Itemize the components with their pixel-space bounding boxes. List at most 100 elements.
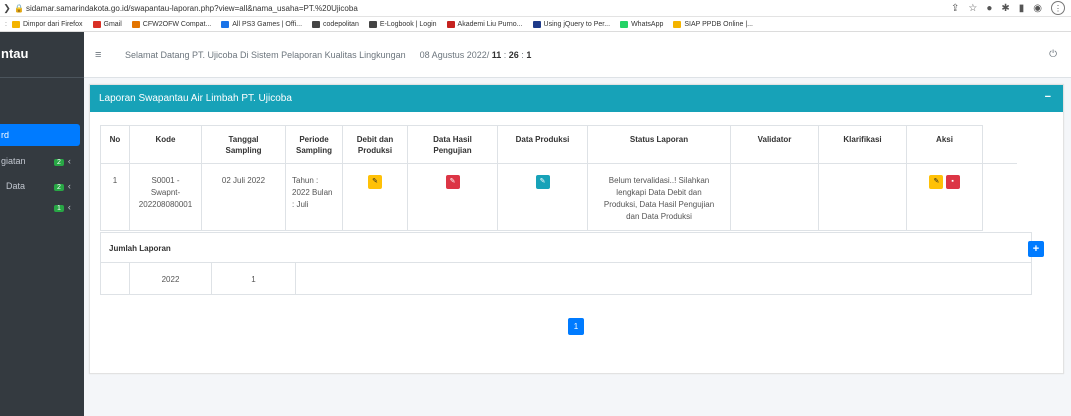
- bookmark-icon: [12, 20, 20, 28]
- cell-debit: ✎: [342, 163, 408, 231]
- col-header-debit: Debit dan Produksi: [342, 125, 408, 164]
- edit-debit-button[interactable]: ✎: [368, 175, 382, 189]
- bookmark-label: codepolitan: [323, 20, 359, 28]
- menu-icon[interactable]: ⋮: [1051, 1, 1065, 15]
- cell-produksi: ✎: [497, 163, 588, 231]
- count-badge: 1: [54, 205, 64, 212]
- col-header-tanggal: Tanggal Sampling: [201, 125, 286, 164]
- bookmark-label: Akademi Liu Purno...: [457, 20, 523, 28]
- sidepanel-icon[interactable]: ▮: [1019, 3, 1025, 14]
- power-icon[interactable]: ⏻: [1049, 49, 1057, 60]
- bookmark-label: WhatsApp: [631, 20, 664, 28]
- report-card: Laporan Swapantau Air Limbah PT. Ujicoba…: [89, 84, 1064, 374]
- edit-button[interactable]: ✎: [929, 175, 944, 189]
- count-badge: 2: [54, 159, 64, 166]
- col-header-klarifikasi: Klarifikasi: [818, 125, 907, 164]
- report-table: No Kode Tanggal Sampling Periode Samplin…: [100, 125, 1017, 231]
- bookmark-label: E-Logbook | Login: [379, 20, 437, 28]
- bookmark-item[interactable]: codepolitan: [312, 20, 359, 28]
- hamburger-menu-icon[interactable]: ≡: [95, 49, 115, 61]
- collapse-button[interactable]: −: [1045, 91, 1051, 103]
- cell-tanggal: 02 Juli 2022: [201, 163, 286, 231]
- cell-klarifikasi: [818, 163, 907, 231]
- sidebar-item-label: rd: [1, 130, 10, 140]
- pagination-page[interactable]: 1: [568, 318, 584, 335]
- welcome-text: Selamat Datang PT. Ujicoba Di Sistem Pel…: [125, 49, 406, 60]
- table-header-row: No Kode Tanggal Sampling Periode Samplin…: [100, 125, 1017, 164]
- card-title: Laporan Swapantau Air Limbah PT. Ujicoba: [99, 93, 292, 104]
- bookmark-item[interactable]: Dimpor dari Firefox: [12, 20, 83, 28]
- bookmark-label: Using jQuery to Per...: [543, 20, 611, 28]
- apps-icon[interactable]: :: [0, 21, 12, 28]
- summary-year: 2022: [130, 263, 212, 295]
- col-header-periode: Periode Sampling: [285, 125, 343, 164]
- edit-hasil-button[interactable]: ✎: [445, 175, 460, 189]
- puzzle-icon[interactable]: ✱: [1001, 3, 1009, 14]
- clock-hour: 11: [491, 49, 502, 60]
- col-header-status: Status Laporan: [587, 125, 731, 164]
- extension-icon[interactable]: ●: [986, 3, 992, 14]
- top-navbar: ≡ Selamat Datang PT. Ujicoba Di Sistem P…: [84, 32, 1071, 78]
- bookmark-item[interactable]: WhatsApp: [620, 20, 664, 28]
- summary-title: Jumlah Laporan: [101, 233, 1031, 263]
- col-header-spacer: [982, 125, 1017, 164]
- star-icon[interactable]: ☆: [968, 3, 977, 14]
- bookmark-label: Dimpor dari Firefox: [23, 20, 83, 28]
- url-input[interactable]: sidamar.samarindakota.go.id/swapantau-la…: [26, 4, 358, 13]
- table-row: 1 S0001 - Swapnt- 202208080001 02 Juli 2…: [100, 163, 1017, 231]
- edit-produksi-button[interactable]: ✎: [535, 175, 550, 189]
- clock-second: 1: [526, 49, 532, 60]
- bookmark-label: CFW2OFW Compat...: [142, 20, 212, 28]
- sidebar-item-label: Data: [6, 181, 26, 191]
- summary-box: Jumlah Laporan 2022 1: [100, 232, 1032, 295]
- bookmark-item[interactable]: All PS3 Games | Offi...: [221, 20, 302, 28]
- bookmark-item[interactable]: Using jQuery to Per...: [532, 20, 611, 28]
- lock-icon[interactable]: 🔒: [14, 4, 24, 13]
- bookmark-icon: [446, 20, 455, 28]
- cell-aksi: ✎ ▪: [906, 163, 983, 231]
- cell-kode: S0001 - Swapnt- 202208080001: [129, 163, 202, 231]
- browser-toolbar-icons: ⇪ ☆ ● ✱ ▮ ◉ ⋮: [951, 1, 1065, 15]
- cell-hasil: ✎: [407, 163, 498, 231]
- bookmark-icon: [131, 20, 140, 28]
- profile-icon[interactable]: ◉: [1033, 3, 1042, 14]
- sidebar-item-dashboard[interactable]: rd: [0, 124, 80, 146]
- bookmark-item[interactable]: E-Logbook | Login: [368, 20, 437, 28]
- cell-periode: Tahun : 2022 Bulan : Juli: [285, 163, 343, 231]
- col-header-aksi: Aksi: [906, 125, 983, 164]
- cell-no: 1: [100, 163, 130, 231]
- share-icon[interactable]: ⇪: [951, 3, 959, 14]
- bookmarks-bar: : Dimpor dari Firefox Gmail CFW2OFW Compat…: [0, 17, 1071, 32]
- col-header-hasil: Data Hasil Pengujian: [407, 125, 498, 164]
- sidebar-item-data[interactable]: Data 2 ‹: [0, 181, 84, 191]
- bookmark-icon: [620, 20, 629, 28]
- clock-minute: 26: [508, 49, 519, 60]
- summary-spacer: [101, 263, 130, 295]
- bookmark-icon: [368, 20, 377, 28]
- reload-icon[interactable]: ❯: [0, 3, 14, 14]
- summary-count: 1: [212, 263, 296, 295]
- card-header: Laporan Swapantau Air Limbah PT. Ujicoba…: [90, 85, 1063, 112]
- bookmark-item[interactable]: Akademi Liu Purno...: [446, 20, 523, 28]
- sidebar: ntau rd giatan 2 ‹ Data 2 ‹ 1 ‹: [0, 32, 84, 416]
- bookmark-label: Gmail: [103, 20, 122, 28]
- col-header-kode: Kode: [129, 125, 202, 164]
- bookmark-item[interactable]: CFW2OFW Compat...: [131, 20, 212, 28]
- sidebar-brand[interactable]: ntau: [0, 32, 84, 78]
- bookmark-icon: [92, 20, 101, 28]
- bookmark-icon: [673, 20, 682, 28]
- cell-status: Belum tervalidasi..! Silahkan lengkapi D…: [587, 163, 731, 231]
- chevron-left-icon: ‹: [67, 156, 71, 166]
- browser-address-bar: ❯ 🔒 sidamar.samarindakota.go.id/swapanta…: [0, 0, 1071, 17]
- sidebar-item-kegiatan[interactable]: giatan 2 ‹: [0, 156, 84, 166]
- chevron-left-icon: ‹: [67, 181, 71, 191]
- bookmark-item[interactable]: SIAP PPDB Online |...: [673, 20, 753, 28]
- bookmark-item[interactable]: Gmail: [92, 20, 122, 28]
- bookmark-icon: [221, 20, 230, 28]
- date-text: 08 Agustus 2022/: [419, 49, 490, 60]
- delete-button[interactable]: ▪: [945, 175, 960, 189]
- add-report-button[interactable]: +: [1028, 241, 1044, 257]
- count-badge: 2: [54, 184, 64, 191]
- col-header-produksi: Data Produksi: [497, 125, 588, 164]
- bookmark-icon: [312, 20, 321, 28]
